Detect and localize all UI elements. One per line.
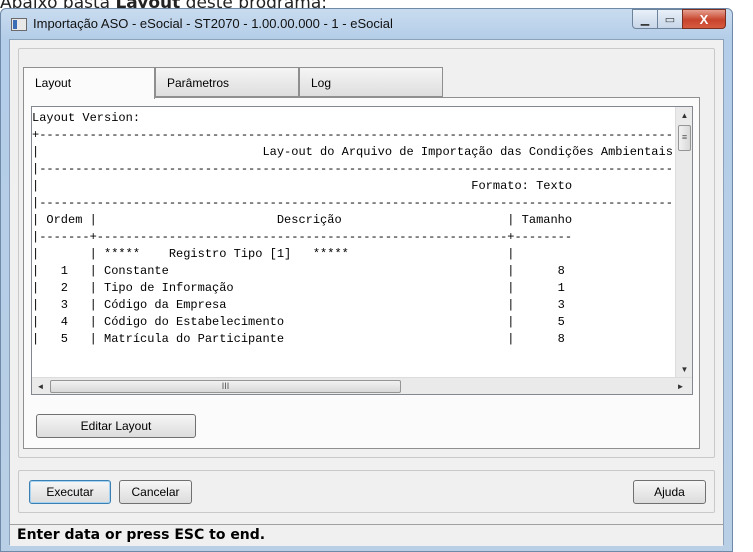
horizontal-scroll-thumb[interactable]: III	[50, 380, 401, 393]
scroll-up-arrow-icon[interactable]: ▲	[676, 107, 692, 124]
horizontal-scrollbar[interactable]: ◄ III ►	[32, 377, 692, 394]
minimize-button[interactable]: ▁	[632, 9, 658, 29]
cancel-button[interactable]: Cancelar	[119, 480, 192, 504]
grip-icon: ≡	[681, 132, 688, 142]
layout-tab-panel: Layout Version: +-----------------------…	[23, 97, 700, 449]
edit-layout-button[interactable]: Editar Layout	[36, 414, 196, 438]
tab-layout-label: Layout	[35, 76, 72, 90]
cancel-label: Cancelar	[131, 485, 180, 499]
text-line: | Ordem | Descrição | Tamanho	[32, 213, 573, 227]
vertical-scrollbar[interactable]: ▲ ≡ ▼	[675, 107, 692, 378]
execute-button[interactable]: Executar	[29, 480, 111, 504]
title-bar[interactable]: Importação ASO - eSocial - ST2070 - 1.00…	[1, 9, 732, 39]
execute-label: Executar	[46, 485, 94, 499]
tab-parametros[interactable]: Parâmetros	[155, 67, 299, 97]
tab-log[interactable]: Log	[299, 67, 443, 97]
text-line: Layout Version:	[32, 111, 141, 125]
tab-layout[interactable]: Layout	[23, 67, 155, 99]
help-button[interactable]: Ajuda	[633, 480, 706, 504]
layout-text-editor[interactable]: Layout Version: +-----------------------…	[31, 106, 693, 395]
window-controls: ▁ ▭ X	[632, 9, 726, 29]
scroll-left-arrow-icon[interactable]: ◄	[32, 378, 49, 394]
text-line: |---------------------------------------…	[32, 196, 674, 210]
dialog-window: Importação ASO - eSocial - ST2070 - 1.00…	[0, 8, 733, 552]
text-line: +---------------------------------------…	[32, 128, 674, 142]
text-line: | 3 | Código da Empresa | 3	[32, 298, 565, 312]
edit-layout-label: Editar Layout	[80, 419, 152, 433]
actions-group-box: Executar Cancelar Ajuda	[18, 470, 715, 513]
vertical-scroll-thumb[interactable]: ≡	[678, 125, 691, 151]
window-title: Importação ASO - eSocial - ST2070 - 1.00…	[33, 16, 393, 31]
status-bar: Enter data or press ESC to end.	[10, 524, 723, 546]
text-line: |---------------------------------------…	[32, 162, 674, 176]
close-button[interactable]: X	[682, 9, 726, 29]
tab-parametros-label: Parâmetros	[167, 76, 230, 90]
text-line: | 4 | Código do Estabelecimento | 5	[32, 315, 565, 329]
help-label: Ajuda	[654, 485, 685, 499]
text-line: | Lay-out do Arquivo de Importação das C…	[32, 145, 673, 159]
text-line: | | ***** Registro Tipo [1] ***** |	[32, 247, 515, 261]
maximize-icon: ▭	[664, 13, 676, 26]
scroll-down-arrow-icon[interactable]: ▼	[676, 361, 692, 378]
text-line: | 2 | Tipo de Informação | 1	[32, 281, 565, 295]
minimize-icon: ▁	[640, 13, 650, 26]
text-line: | 5 | Matrícula do Participante | 8	[32, 332, 565, 346]
tab-log-label: Log	[311, 76, 332, 90]
text-line: | Formato: Texto	[32, 179, 573, 193]
app-icon	[11, 18, 27, 31]
maximize-button[interactable]: ▭	[657, 9, 683, 29]
grip-icon: III	[221, 381, 230, 391]
text-line: |-------+-------------------------------…	[32, 230, 573, 244]
layout-text-content[interactable]: Layout Version: +-----------------------…	[32, 110, 674, 376]
dialog-client-area: Layout Parâmetros Log Layout Version: +-…	[9, 39, 724, 546]
text-line: | 1 | Constante | 8	[32, 264, 565, 278]
scroll-right-arrow-icon[interactable]: ►	[672, 378, 689, 394]
close-icon: X	[699, 11, 709, 27]
